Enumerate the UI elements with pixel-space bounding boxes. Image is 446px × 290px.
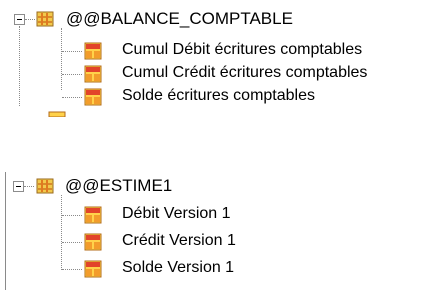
measure-label[interactable]: Crédit Version 1 [122,231,236,251]
collapse-toggle[interactable] [13,181,24,192]
tree-node-estime1: @@ESTIME1 Débit Version 1 Crédit Version… [0,0,446,290]
measure-icon [84,233,102,251]
measure-icon [84,206,102,224]
measure-label[interactable]: Débit Version 1 [122,204,231,224]
cube-icon [36,178,54,194]
measure-label[interactable]: Solde Version 1 [122,258,234,278]
measure-icon [84,260,102,278]
node-label[interactable]: @@ESTIME1 [65,176,172,196]
